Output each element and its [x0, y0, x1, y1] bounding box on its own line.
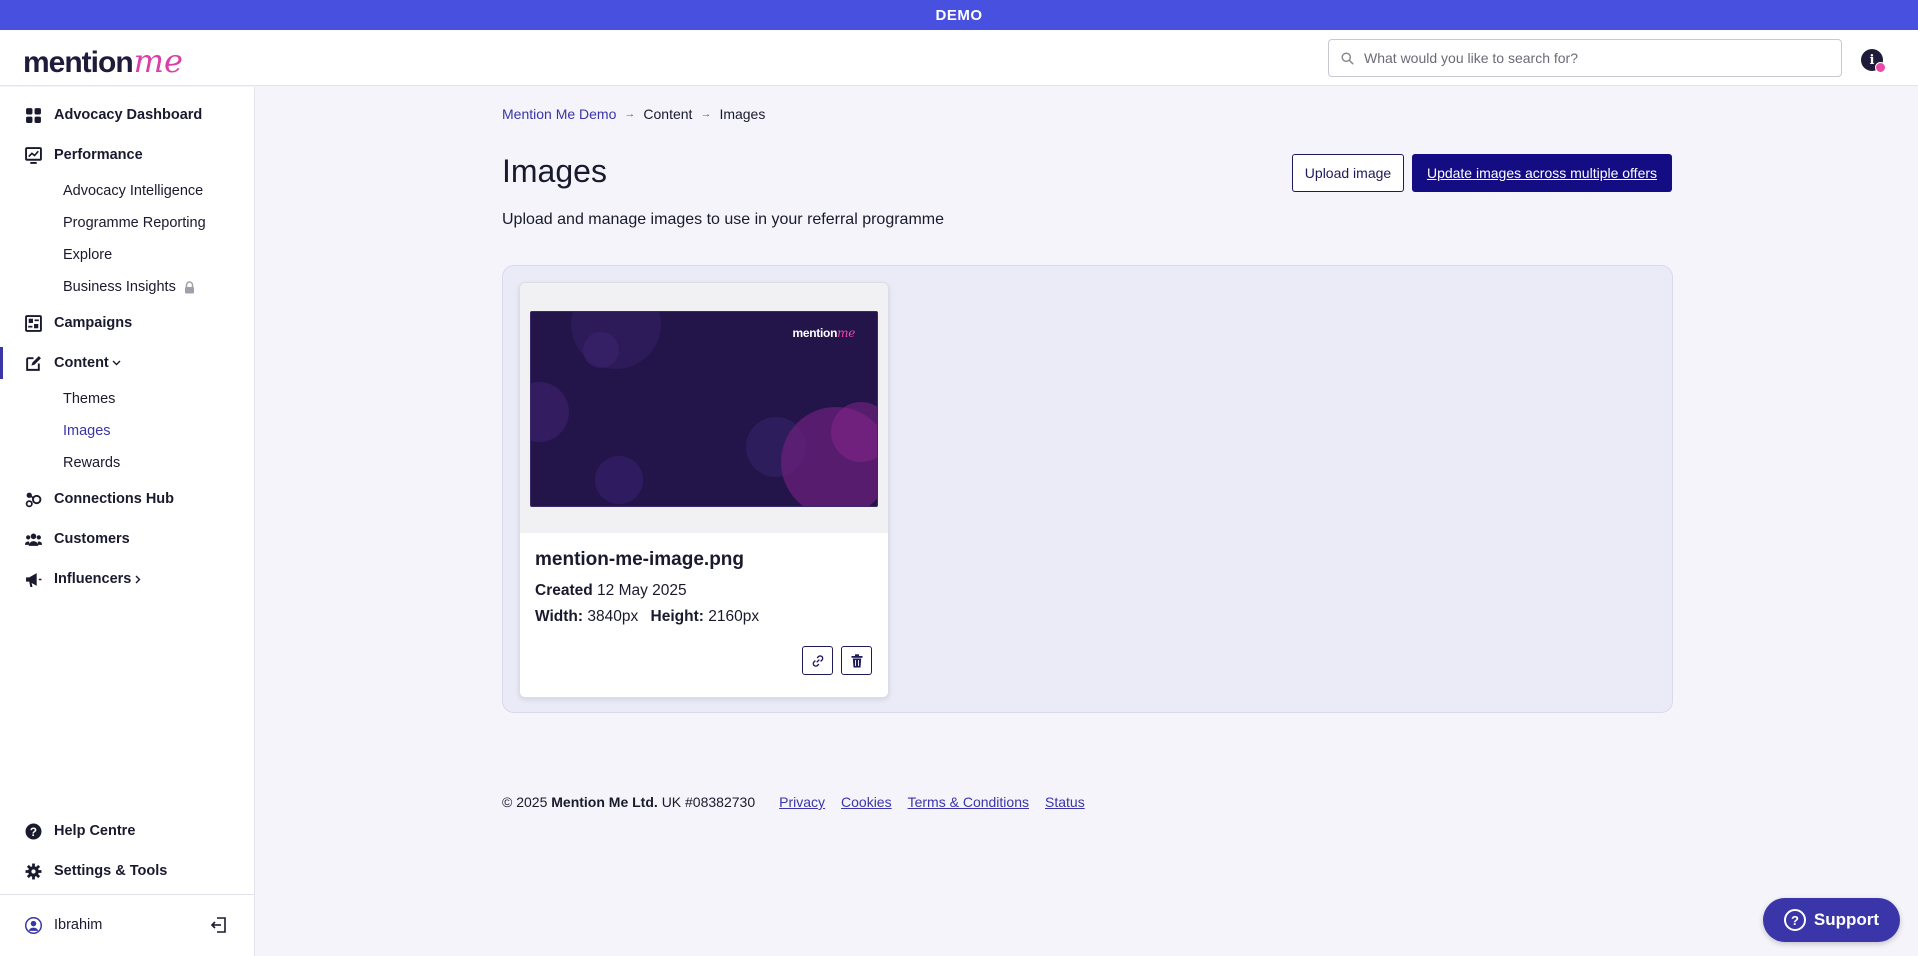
sidebar-item-customers[interactable]: Customers [0, 523, 255, 555]
delete-button[interactable] [841, 646, 872, 675]
question-icon: ? [1783, 909, 1806, 931]
sidebar-item-themes[interactable]: Themes [63, 391, 115, 407]
sidebar-item-explore[interactable]: Explore [63, 247, 112, 263]
svg-text:?: ? [30, 826, 37, 839]
main-content: Mention Me Demo → Content → Images Image… [256, 87, 1918, 956]
sidebar-item-advocacy-dashboard[interactable]: Advocacy Dashboard [0, 99, 255, 131]
logo-text: mention [23, 46, 134, 79]
company-name: Mention Me Ltd. [551, 794, 658, 810]
sidebar-item-label: Performance [54, 147, 143, 163]
sidebar-item-content[interactable]: Content [0, 347, 255, 379]
width-value: 3840px [587, 608, 639, 625]
link-icon [812, 654, 823, 667]
logo-accent: me [133, 42, 183, 80]
demo-banner: DEMO [0, 0, 1918, 30]
logout-icon[interactable] [210, 916, 228, 934]
megaphone-icon [26, 573, 42, 587]
sidebar-item-performance[interactable]: Performance [0, 139, 255, 171]
sidebar-item-programme-reporting[interactable]: Programme Reporting [63, 215, 206, 231]
arrow-right-icon: → [624, 108, 636, 120]
thumbnail-logo-accent: me [837, 326, 855, 340]
copyright-prefix: © 2025 [502, 794, 548, 810]
sidebar-item-connections-hub[interactable]: Connections Hub [0, 483, 255, 515]
search-input[interactable] [1364, 50, 1824, 66]
page-title: Images [502, 153, 607, 189]
notification-dot [1875, 62, 1886, 73]
copyright: © 2025 Mention Me Ltd. UK #08382730 [502, 794, 755, 810]
sidebar-item-influencers[interactable]: Influencers [0, 563, 255, 595]
breadcrumb-section: Content [643, 106, 693, 122]
thumbnail-artwork [531, 312, 877, 506]
gear-icon [25, 863, 42, 880]
sidebar: Advocacy Dashboard Performance Advocacy … [0, 87, 255, 956]
image-dimensions: Width: 3840px Height: 2160px [535, 608, 759, 626]
thumbnail-logo-text: mention [792, 326, 838, 340]
sidebar-item-label: Campaigns [54, 315, 133, 331]
image-preview-area: mentionme [520, 283, 888, 533]
users-icon [25, 533, 42, 546]
search-icon [1341, 51, 1354, 65]
sidebar-item-label: Business Insights [63, 279, 176, 295]
upload-image-button[interactable]: Upload image [1292, 154, 1404, 192]
chart-icon [25, 147, 42, 164]
search-box[interactable] [1328, 39, 1842, 77]
thumbnail-logo: mentionme [792, 326, 856, 340]
sidebar-divider [0, 894, 255, 895]
info-label: i [1869, 52, 1875, 68]
sidebar-item-label: Settings & Tools [54, 863, 168, 879]
breadcrumb-current: Images [719, 106, 766, 122]
trash-icon [851, 653, 862, 667]
page-subtitle: Upload and manage images to use in your … [502, 211, 945, 228]
sidebar-item-label: Customers [54, 531, 130, 547]
update-images-button[interactable]: Update images across multiple offers [1412, 154, 1672, 192]
sidebar-item-help-centre[interactable]: ? Help Centre [0, 815, 255, 847]
sidebar-item-business-insights[interactable]: Business Insights [63, 279, 195, 295]
campaign-icon [25, 315, 42, 332]
top-header: mentionme i [0, 30, 1918, 86]
arrow-right-icon: → [700, 108, 712, 120]
terms-link[interactable]: Terms & Conditions [908, 794, 1029, 810]
sidebar-item-campaigns[interactable]: Campaigns [0, 307, 255, 339]
sidebar-item-label: Help Centre [54, 823, 136, 839]
breadcrumb-root-link[interactable]: Mention Me Demo [502, 106, 616, 122]
sidebar-item-advocacy-intelligence[interactable]: Advocacy Intelligence [63, 183, 203, 199]
chevron-down-icon [112, 360, 121, 366]
image-created: Created 12 May 2025 [535, 582, 687, 600]
lock-icon [184, 280, 194, 293]
copy-link-button[interactable] [802, 646, 833, 675]
width-label: Width: [535, 608, 584, 625]
privacy-link[interactable]: Privacy [779, 794, 825, 810]
mention-me-logo[interactable]: mention me [23, 42, 183, 80]
sidebar-item-label: Content [54, 355, 109, 371]
image-filename: mention-me-image.png [535, 549, 745, 570]
height-value: 2160px [708, 608, 760, 625]
chevron-right-icon [135, 575, 141, 584]
company-number: UK #08382730 [661, 794, 756, 810]
sidebar-item-label: Advocacy Dashboard [54, 107, 203, 123]
height-label: Height: [650, 608, 704, 625]
image-thumbnail[interactable]: mentionme [530, 311, 878, 507]
user-name: Ibrahim [54, 917, 103, 933]
image-card: mentionme mention-me-image.png Created 1… [519, 282, 889, 698]
sidebar-item-images[interactable]: Images [63, 423, 111, 439]
footer: © 2025 Mention Me Ltd. UK #08382730 Priv… [502, 794, 1085, 810]
edit-icon [26, 356, 41, 371]
connections-icon [25, 492, 42, 508]
help-icon: ? [25, 823, 42, 840]
breadcrumb: Mention Me Demo → Content → Images [502, 106, 765, 122]
support-button[interactable]: ? Support [1763, 898, 1900, 942]
sidebar-item-rewards[interactable]: Rewards [63, 455, 120, 471]
status-link[interactable]: Status [1045, 794, 1085, 810]
user-avatar-icon [25, 917, 42, 934]
sidebar-item-label: Influencers [54, 571, 132, 587]
cookies-link[interactable]: Cookies [841, 794, 892, 810]
created-value: 12 May 2025 [597, 582, 687, 599]
created-label: Created [535, 582, 593, 599]
sidebar-item-settings-tools[interactable]: Settings & Tools [0, 855, 255, 887]
demo-label: DEMO [935, 6, 983, 24]
dashboard-icon [26, 108, 41, 123]
support-label: Support [1813, 910, 1880, 929]
image-gallery: mentionme mention-me-image.png Created 1… [502, 265, 1673, 713]
sidebar-item-label: Connections Hub [54, 491, 175, 507]
